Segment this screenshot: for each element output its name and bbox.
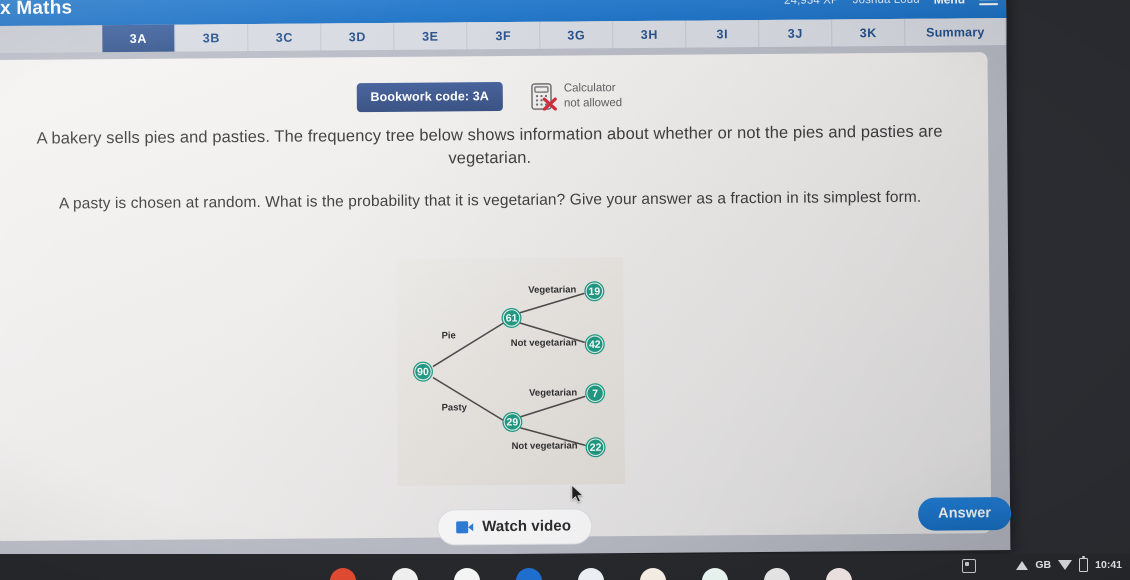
calculator-not-allowed-icon (531, 82, 558, 111)
watch-video-label: Watch video (482, 517, 572, 536)
answer-button[interactable]: Answer (917, 497, 1012, 531)
bookwork-row: Bookwork code: 3A Calculator not allowed (0, 78, 988, 115)
menu-label[interactable]: Menu (934, 0, 965, 7)
tree-node-pie: 61 (501, 307, 522, 328)
branch-label-pie: Pie (442, 330, 456, 341)
android-system-bar: GB 10:41 (0, 554, 1130, 580)
tab-summary[interactable]: Summary (905, 18, 1007, 46)
tree-node-pie-veg-value: 19 (588, 286, 600, 298)
tree-node-pie-notveg: 42 (584, 334, 605, 355)
system-bar-status-group: GB 10:41 (1016, 556, 1122, 572)
tree-node-pie-value: 61 (506, 312, 518, 324)
carrier-label: GB (1035, 559, 1052, 571)
tab-3f[interactable]: 3F (467, 21, 541, 50)
tree-node-pasty-value: 29 (506, 416, 518, 428)
branch-line-pasty-veg (520, 395, 586, 418)
tree-node-pasty-veg-value: 7 (592, 388, 598, 400)
question-body-text: A bakery sells pies and pasties. The fre… (36, 122, 943, 168)
tree-node-pasty-notveg: 22 (585, 437, 606, 458)
branch-label-pie-veg: Vegetarian (528, 284, 576, 295)
tree-node-pasty-veg: 7 (585, 383, 606, 404)
branch-label-pasty: Pasty (442, 402, 468, 413)
wifi-icon (1058, 560, 1073, 570)
square-recents-icon[interactable] (962, 559, 976, 573)
frequency-tree-diagram: Pie Pasty Vegetarian Not vegetarian Vege… (396, 257, 625, 486)
tree-node-pie-notveg-value: 42 (589, 339, 601, 351)
tab-3b[interactable]: 3B (175, 24, 249, 52)
tab-3g[interactable]: 3G (540, 21, 614, 49)
question-card: Bookwork code: 3A Calculator not allowed… (0, 52, 1012, 546)
calculator-not-allowed-text: Calculator not allowed (564, 81, 622, 110)
tab-strip-left-spacer (0, 25, 102, 53)
tab-3j[interactable]: 3J (759, 19, 833, 47)
tree-node-pie-veg: 19 (584, 281, 605, 302)
branch-line-pie-veg (519, 292, 585, 314)
tab-3k[interactable]: 3K (832, 18, 906, 47)
tab-3c[interactable]: 3C (248, 23, 322, 52)
tree-node-pasty-notveg-value: 22 (590, 442, 602, 454)
hamburger-icon[interactable] (979, 0, 999, 6)
branch-label-pasty-veg: Vegetarian (529, 387, 577, 398)
tab-3d[interactable]: 3D (321, 22, 395, 51)
tab-3e[interactable]: 3E (394, 22, 468, 50)
tree-node-pasty: 29 (502, 411, 523, 432)
triangle-back-icon[interactable] (1016, 560, 1029, 570)
video-camera-icon (456, 520, 473, 533)
clock-label: 10:41 (1095, 559, 1122, 571)
branch-label-pasty-notveg: Not vegetarian (512, 440, 578, 452)
app-header-right-group: 24,934 XP Joshua Loud Menu (784, 0, 999, 8)
tree-node-total-value: 90 (417, 366, 429, 378)
tree-node-total: 90 (412, 361, 433, 382)
xp-counter: 24,934 XP (784, 0, 839, 7)
user-name[interactable]: Joshua Loud (853, 0, 920, 6)
calculator-not-allowed-block: Calculator not allowed (531, 81, 622, 111)
branch-label-pie-notveg: Not vegetarian (511, 337, 577, 349)
mouse-cursor (571, 484, 584, 508)
calculator-line-1: Calculator (563, 82, 616, 95)
battery-icon (1079, 556, 1089, 572)
app-brand-title: x Maths (0, 0, 73, 19)
tab-3h[interactable]: 3H (613, 20, 687, 49)
calculator-line-2: not allowed (563, 96, 623, 110)
tab-3i[interactable]: 3I (686, 19, 760, 48)
screenshot-root: x Maths 24,934 XP Joshua Loud Menu 3A 3B… (0, 0, 1130, 580)
tab-3a[interactable]: 3A (102, 24, 176, 53)
system-bar-left-icons (962, 559, 976, 573)
question-prompt-text: A pasty is chosen at random. What is the… (58, 188, 922, 213)
branch-line-root-pasty (432, 376, 505, 422)
watch-video-button[interactable]: Watch video (437, 508, 593, 546)
tablet-device-screen: x Maths 24,934 XP Joshua Loud Menu 3A 3B… (0, 0, 1012, 558)
bookwork-code-badge[interactable]: Bookwork code: 3A (356, 82, 504, 113)
